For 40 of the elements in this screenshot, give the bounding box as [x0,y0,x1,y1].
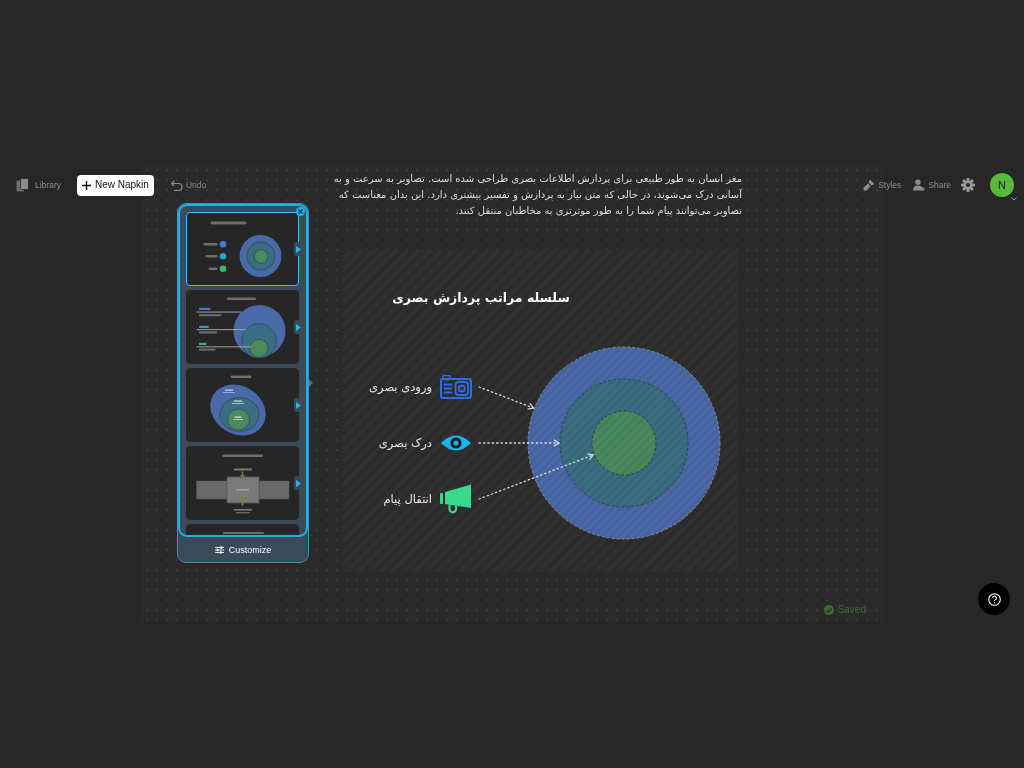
item-label: انتقال پیام [383,491,432,507]
styles-button[interactable]: Styles [863,179,902,191]
share-button[interactable]: Share [913,179,951,191]
nested-ovals-drawing [210,374,266,436]
play-icon [296,323,301,331]
diagram-title: سلسله مراتب پردازش بصری [392,289,570,306]
help-button[interactable] [978,583,1010,615]
undo-icon [170,179,183,191]
avatar-button[interactable]: N [990,173,1014,197]
dotted-arrow [478,386,535,410]
item-label: درک بصری [378,435,432,451]
description-text: مغز انسان به طور طبیعی برای پردازش اطلاعات بصری طراحی شده است. تصاویر به سرعت و به آسانی درک می‌شوند، در حالی که متن نیاز به پردازش و تفسیر بیشتری دارد. این بدان معناست که تصاویر می‌توانند پیام شما را به طور موثرتری به مخاطبان منتقل کنند. [332,172,742,219]
undo-button[interactable]: Undo [170,179,207,191]
play-icon [296,479,301,487]
sliders-icon [214,545,224,554]
close-icon [298,209,303,214]
plus-icon [82,180,91,190]
play-button[interactable] [294,320,303,334]
play-icon [296,245,301,253]
close-button[interactable] [296,207,305,216]
layout-thumbnail[interactable] [186,524,299,535]
play-icon [296,401,301,409]
check-icon [823,605,834,615]
play-button[interactable] [294,242,303,256]
customize-button[interactable]: Customize [178,537,308,562]
play-button[interactable] [294,476,303,490]
library-icon [16,178,29,192]
save-status: Saved [837,604,866,616]
triangle-icon [309,379,313,387]
add-person-icon [913,179,926,191]
chevron-down-icon [1011,197,1017,201]
library-button[interactable]: Library [16,178,61,192]
new-napkin-button[interactable]: New Napkin [77,174,154,196]
brush-icon [863,179,876,191]
settings-icon[interactable] [961,178,975,192]
play-button[interactable] [294,398,303,412]
help-icon [987,592,1001,606]
item-label: ورودی بصری [369,379,432,395]
title-bar-drawing [222,531,264,535]
inner-circle [591,410,657,476]
